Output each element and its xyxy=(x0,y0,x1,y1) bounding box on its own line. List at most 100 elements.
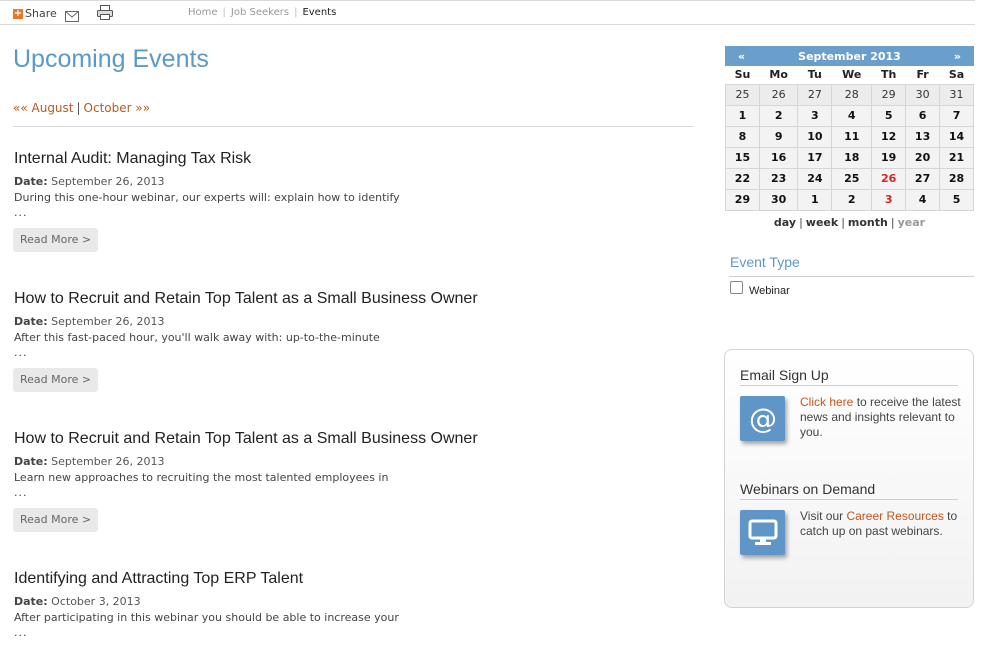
calendar-day[interactable]: 15 xyxy=(725,146,760,169)
email-signup-title: Email Sign Up xyxy=(740,367,829,383)
calendar-day[interactable]: 13 xyxy=(905,125,941,148)
calendar-day[interactable]: 30 xyxy=(758,188,799,211)
calendar: « September 2013 » Su Mo Tu We Th Fr Sa 25 26 27… xyxy=(725,46,974,229)
event-title[interactable]: Identifying and Attracting Top ERP Talen… xyxy=(14,570,693,588)
next-month-link[interactable]: October »» xyxy=(84,101,151,115)
read-more-button[interactable]: Read More > xyxy=(13,368,99,392)
divider xyxy=(740,499,958,500)
event-description: After this fast-paced hour, you'll walk … xyxy=(14,331,380,344)
career-resources-link[interactable]: Career Resources xyxy=(846,509,943,523)
event-date: Date: September 26, 2013 xyxy=(14,315,165,328)
email-signup-text: Click here to receive the latest news an… xyxy=(800,395,961,439)
event-title[interactable]: Internal Audit: Managing Tax Risk xyxy=(14,150,693,168)
calendar-day[interactable]: 27 xyxy=(905,167,941,190)
calendar-next-button[interactable]: » xyxy=(954,50,961,63)
page-title: Upcoming Events xyxy=(13,45,209,73)
calendar-day[interactable]: 25 xyxy=(831,167,873,190)
event-date: Date: September 26, 2013 xyxy=(14,175,165,188)
share-button[interactable]: + Share xyxy=(13,7,57,20)
calendar-day[interactable]: 21 xyxy=(939,146,974,169)
view-day-link[interactable]: day xyxy=(774,216,796,229)
event-title[interactable]: How to Recruit and Retain Top Talent as … xyxy=(14,290,693,308)
calendar-day[interactable]: 5 xyxy=(939,188,974,211)
calendar-day[interactable]: 30 xyxy=(905,83,941,106)
calendar-day[interactable]: 20 xyxy=(905,146,941,169)
breadcrumb-home[interactable]: Home xyxy=(188,7,218,18)
event-item: How to Recruit and Retain Top Talent as … xyxy=(13,290,693,392)
prev-month-link[interactable]: «« August xyxy=(13,101,74,115)
calendar-day[interactable]: 4 xyxy=(831,104,873,127)
weekday-label: Mo xyxy=(769,68,788,82)
calendar-day[interactable]: 1 xyxy=(797,188,833,211)
calendar-day[interactable]: 22 xyxy=(725,167,760,190)
event-title[interactable]: How to Recruit and Retain Top Talent as … xyxy=(14,430,693,448)
read-more-button[interactable]: Read More > xyxy=(13,508,99,532)
event-description: After participating in this webinar you … xyxy=(14,611,399,624)
calendar-day[interactable]: 14 xyxy=(939,125,974,148)
mail-icon[interactable] xyxy=(65,7,79,26)
divider xyxy=(729,276,974,277)
event-type-title: Event Type xyxy=(730,254,800,270)
month-nav: «« August | October »» xyxy=(13,101,151,115)
calendar-day[interactable]: 28 xyxy=(831,83,873,106)
calendar-week-row: 8 9 10 11 12 13 14 xyxy=(725,125,974,148)
divider xyxy=(740,385,958,386)
calendar-day[interactable]: 24 xyxy=(797,167,833,190)
calendar-day[interactable]: 27 xyxy=(797,83,833,106)
view-year-link[interactable]: year xyxy=(898,216,925,229)
calendar-header: « September 2013 » xyxy=(725,46,974,66)
weekday-label: Fr xyxy=(916,68,929,82)
event-item: How to Recruit and Retain Top Talent as … xyxy=(13,430,693,532)
calendar-prev-button[interactable]: « xyxy=(738,50,745,63)
event-type-filter: Webinar xyxy=(730,280,790,297)
view-week-link[interactable]: week xyxy=(806,216,838,229)
calendar-day[interactable]: 7 xyxy=(939,104,974,127)
calendar-day[interactable]: 1 xyxy=(725,104,760,127)
calendar-week-row: 1234567 xyxy=(725,104,974,127)
calendar-day[interactable]: 31 xyxy=(939,83,974,106)
calendar-day[interactable]: 26 xyxy=(758,83,799,106)
calendar-week-row: 29 30 1 2 3 4 5 xyxy=(725,188,974,211)
calendar-day[interactable]: 28 xyxy=(939,167,974,190)
utility-bar: + Share Home | Job Seekers | Events xyxy=(0,0,975,25)
calendar-day[interactable]: 10 xyxy=(797,125,833,148)
event-item: Identifying and Attracting Top ERP Talen… xyxy=(13,570,693,639)
weekday-label: Tu xyxy=(807,68,822,82)
view-month-link[interactable]: month xyxy=(848,216,888,229)
calendar-day[interactable]: 18 xyxy=(831,146,873,169)
calendar-day[interactable]: 2 xyxy=(831,188,873,211)
calendar-day[interactable]: 9 xyxy=(758,125,799,148)
calendar-day[interactable]: 6 xyxy=(905,104,941,127)
calendar-day[interactable]: 19 xyxy=(871,146,907,169)
calendar-day[interactable]: 29 xyxy=(871,83,907,106)
weekday-label: Sa xyxy=(948,68,965,82)
calendar-day[interactable]: 12 xyxy=(871,125,907,148)
calendar-day[interactable]: 4 xyxy=(905,188,941,211)
calendar-week-row: 25 26 27 28 29 30 31 xyxy=(725,83,974,106)
calendar-day[interactable]: 25 xyxy=(725,83,760,106)
calendar-day[interactable]: 17 xyxy=(797,146,833,169)
calendar-day[interactable]: 26 xyxy=(871,167,907,190)
read-more-button[interactable]: Read More > xyxy=(13,228,99,252)
webinar-label[interactable]: Webinar xyxy=(749,285,790,297)
at-icon: @ xyxy=(740,396,785,441)
calendar-view-switch: day | week | month | year xyxy=(773,215,926,229)
breadcrumb-job-seekers[interactable]: Job Seekers xyxy=(231,7,289,18)
calendar-day[interactable]: 8 xyxy=(725,125,760,148)
calendar-day[interactable]: 5 xyxy=(871,104,907,127)
divider xyxy=(13,126,693,127)
calendar-day[interactable]: 3 xyxy=(871,188,907,211)
click-here-link[interactable]: Click here xyxy=(800,395,853,409)
calendar-day[interactable]: 2 xyxy=(758,104,799,127)
calendar-day[interactable]: 16 xyxy=(758,146,799,169)
event-date: Date: October 3, 2013 xyxy=(14,595,141,608)
print-icon[interactable] xyxy=(97,5,113,24)
event-description: Learn new approaches to recruiting the m… xyxy=(14,471,389,484)
event-description: During this one-hour webinar, our expert… xyxy=(14,191,400,204)
calendar-day[interactable]: 3 xyxy=(797,104,833,127)
calendar-day[interactable]: 29 xyxy=(725,188,760,211)
weekday-label: We xyxy=(842,68,862,82)
webinar-checkbox[interactable] xyxy=(730,280,743,294)
calendar-day[interactable]: 23 xyxy=(758,167,799,190)
calendar-day[interactable]: 11 xyxy=(831,125,873,148)
